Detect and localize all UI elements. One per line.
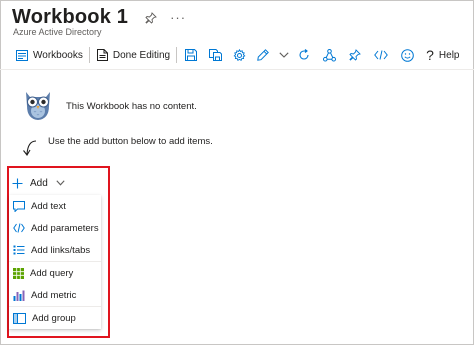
menu-item-label: Add parameters [31, 222, 99, 234]
save-as-button[interactable] [209, 44, 223, 66]
menu-divider [9, 261, 101, 262]
chevron-down-icon [56, 180, 65, 186]
workbooks-label: Workbooks [33, 49, 83, 61]
advanced-editor-button[interactable] [374, 44, 388, 66]
menu-item-label: Add metric [31, 289, 77, 301]
toolbar: Workbooks Done Editing ? Help [0, 44, 474, 66]
menu-divider [9, 306, 101, 307]
empty-message: This Workbook has no content. [66, 101, 197, 112]
menu-item-add-links-tabs[interactable]: Add links/tabs [9, 240, 101, 260]
toolbar-divider [176, 47, 178, 63]
workbooks-button[interactable]: Workbooks [16, 44, 83, 66]
page-subtitle: Azure Active Directory [13, 27, 102, 37]
help-label: Help [438, 49, 460, 61]
question-mark-icon: ? [426, 47, 434, 63]
plus-icon [12, 178, 23, 188]
menu-item-add-group[interactable]: Add group [9, 308, 101, 328]
share-icon [323, 48, 337, 61]
help-button[interactable]: ? Help [426, 44, 459, 66]
more-options-icon[interactable]: ··· [170, 10, 186, 25]
menu-item-add-parameters[interactable]: Add parameters [9, 218, 101, 238]
pin-button[interactable] [349, 44, 361, 66]
pin-icon[interactable] [144, 11, 158, 25]
smiley-icon [401, 48, 414, 62]
edit-dropdown-button[interactable] [279, 44, 289, 66]
gear-icon [233, 48, 246, 61]
add-label: Add [30, 177, 48, 189]
done-editing-label: Done Editing [112, 49, 171, 61]
page-edit-icon [96, 49, 108, 61]
refresh-button[interactable] [298, 44, 310, 66]
code-icon [374, 50, 388, 60]
save-icon [185, 49, 198, 61]
add-menu: Add text Add parameters Add links/tabs A… [9, 195, 101, 329]
bulleted-list-icon [13, 245, 25, 255]
settings-button[interactable] [233, 44, 246, 66]
toolbar-divider [88, 47, 90, 63]
save-button[interactable] [185, 44, 198, 66]
owl-icon [20, 86, 56, 127]
curved-arrow-icon [18, 138, 40, 165]
menu-item-label: Add group [32, 312, 76, 324]
menu-item-label: Add links/tabs [31, 244, 91, 256]
empty-state: This Workbook has no content. [20, 86, 197, 127]
add-hint: Use the add button below to add items. [48, 136, 213, 147]
grid-icon [13, 267, 24, 279]
header: Workbook 1 ··· [12, 6, 186, 29]
feedback-button[interactable] [401, 44, 414, 66]
text-box-icon [13, 200, 25, 212]
share-button[interactable] [323, 44, 337, 66]
code-icon [13, 223, 25, 233]
menu-item-add-query[interactable]: Add query [9, 263, 101, 283]
pin-icon [349, 49, 361, 61]
group-box-icon [13, 312, 26, 324]
toolbar-divider-line [0, 69, 474, 70]
save-as-icon [209, 49, 223, 61]
menu-item-label: Add query [30, 267, 74, 279]
menu-item-label: Add text [31, 200, 66, 212]
refresh-icon [299, 49, 309, 60]
pencil-icon [257, 49, 270, 61]
bar-chart-icon [13, 290, 25, 301]
add-button[interactable]: Add [12, 174, 65, 192]
workbooks-icon [16, 49, 28, 61]
edit-button[interactable] [257, 44, 270, 66]
menu-item-add-metric[interactable]: Add metric [9, 285, 101, 305]
chevron-down-icon [279, 52, 289, 58]
page-title: Workbook 1 [12, 6, 129, 28]
done-editing-button[interactable]: Done Editing [96, 44, 171, 66]
menu-item-add-text[interactable]: Add text [9, 196, 101, 216]
